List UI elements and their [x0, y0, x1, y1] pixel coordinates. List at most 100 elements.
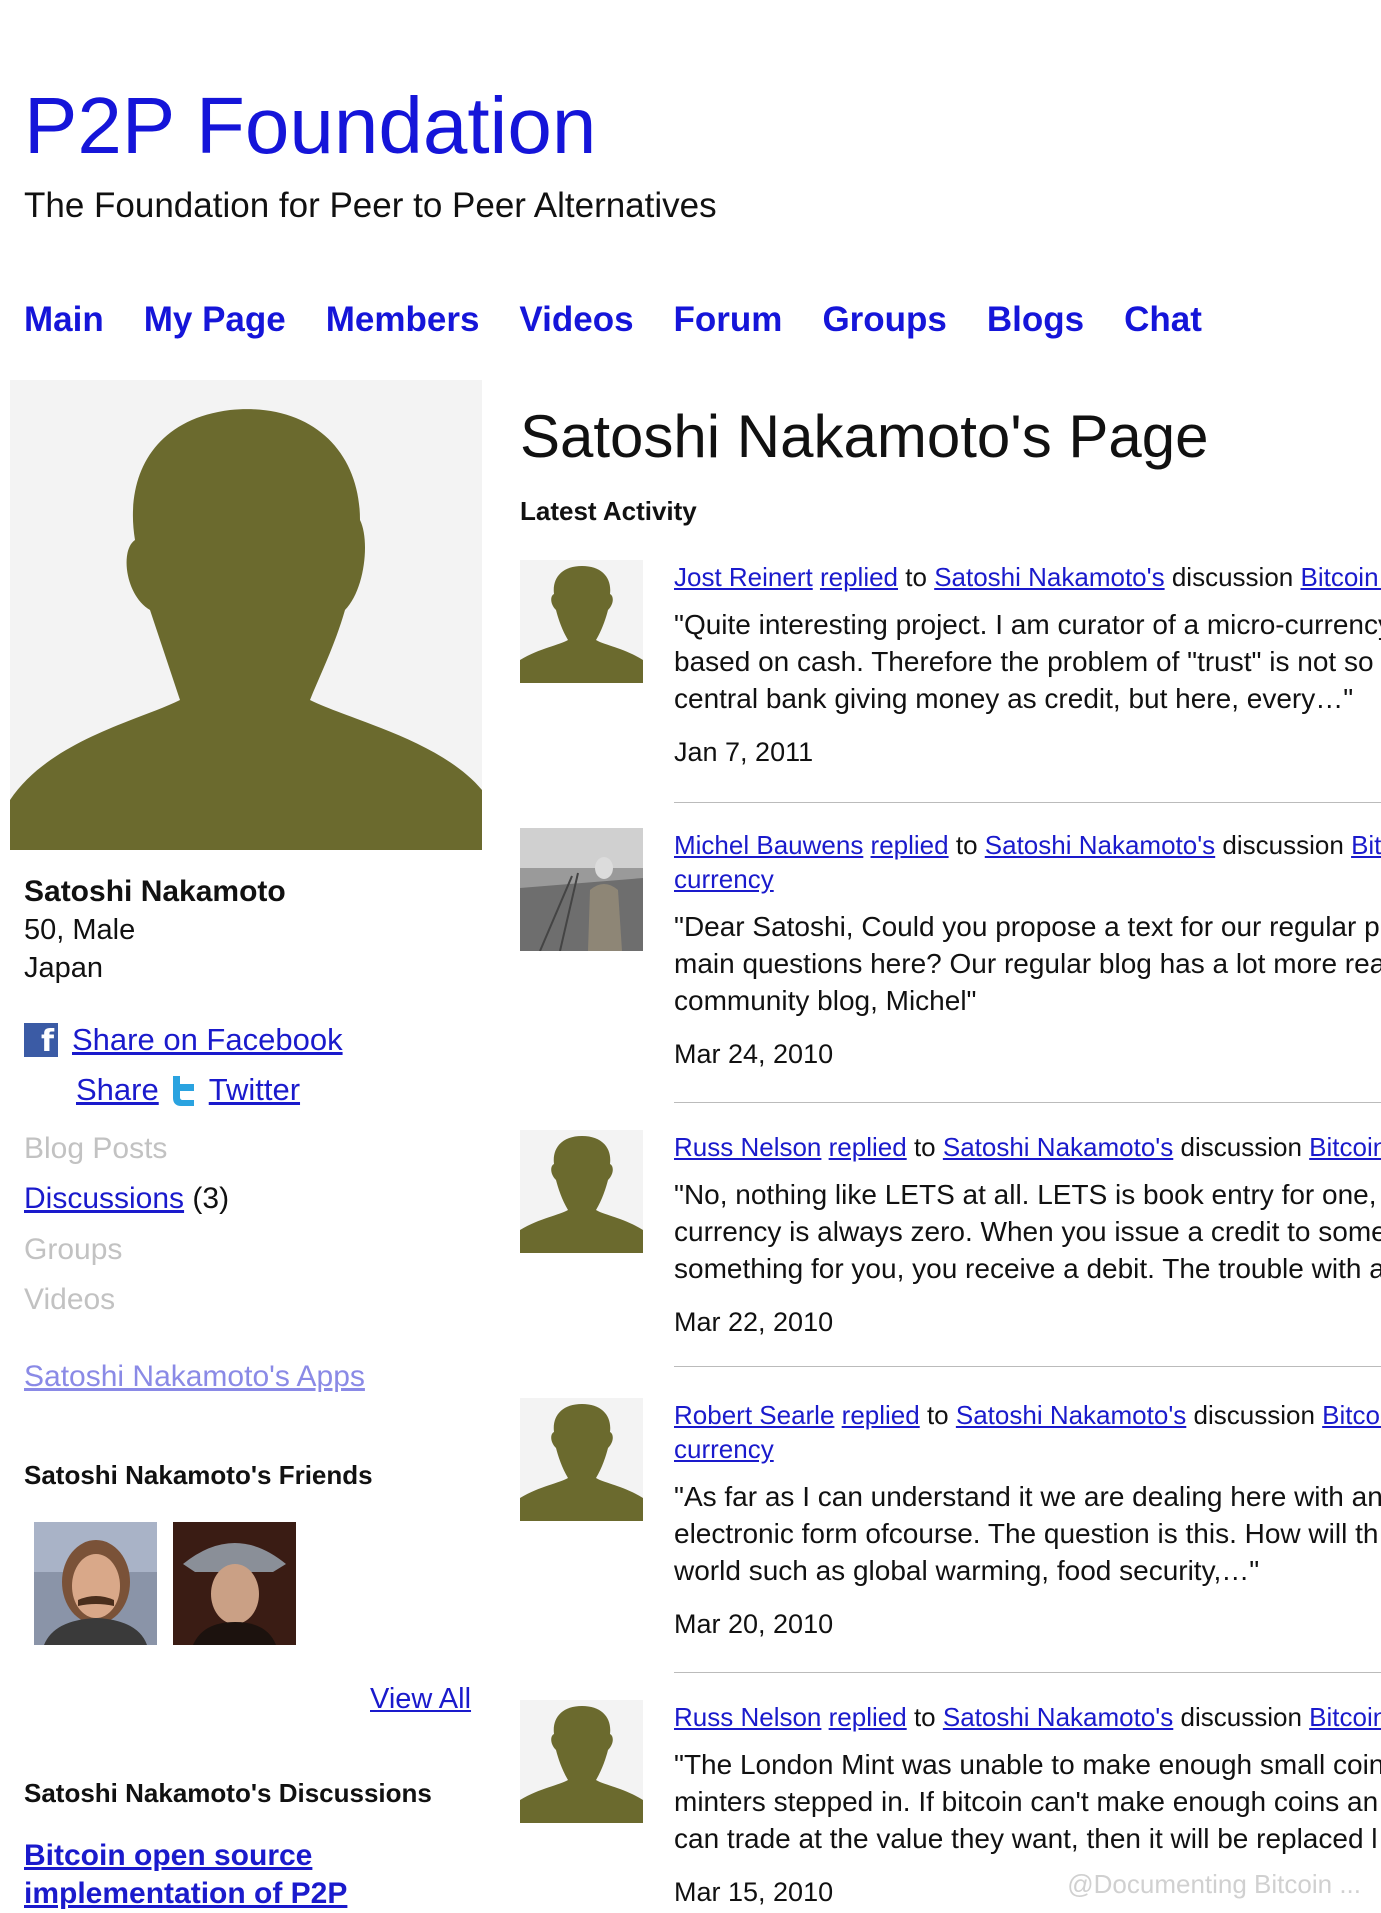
- activity-body: Jost Reinert replied to Satoshi Nakamoto…: [674, 560, 1381, 768]
- profile-age-gender: 50, Male: [24, 914, 136, 946]
- activity-user-link[interactable]: Michel Bauwens: [674, 830, 863, 860]
- user-avatar-photo[interactable]: [520, 828, 643, 951]
- activity-divider: [674, 802, 1381, 803]
- activity-topic-link-cont[interactable]: currency: [674, 864, 774, 894]
- activity-topic-link[interactable]: Bitcoin open source implementation of P2…: [1309, 1132, 1381, 1162]
- activity-discussion-word: discussion: [1171, 562, 1294, 592]
- share-facebook-link[interactable]: Share on Facebook: [72, 1022, 343, 1058]
- excerpt-line: "As far as I can understand it we are de…: [674, 1481, 1381, 1512]
- apps-link[interactable]: Satoshi Nakamoto's Apps: [24, 1360, 365, 1393]
- twitter-link[interactable]: Twitter: [209, 1072, 300, 1108]
- nav-members[interactable]: Members: [326, 300, 480, 340]
- activity-to: to: [913, 1702, 936, 1732]
- activity-user-link[interactable]: Russ Nelson: [674, 1132, 821, 1162]
- profile-photo-placeholder[interactable]: [10, 380, 482, 850]
- excerpt-line: main questions here? Our regular blog ha…: [674, 948, 1381, 979]
- site-tagline: The Foundation for Peer to Peer Alternat…: [24, 186, 717, 225]
- user-avatar-placeholder[interactable]: [520, 1398, 643, 1521]
- excerpt-line: something for you, you receive a debit. …: [674, 1253, 1381, 1284]
- discussions-item: Discussions (3): [24, 1182, 229, 1216]
- discussion-link[interactable]: Bitcoin open source implementation of P2…: [24, 1837, 444, 1913]
- activity-excerpt: "The London Mint was unable to make enou…: [674, 1746, 1381, 1857]
- activity-user-link[interactable]: Russ Nelson: [674, 1702, 821, 1732]
- activity-topic-link[interactable]: Bitcoin open source implementation of P2…: [1322, 1400, 1381, 1430]
- activity-topic-link[interactable]: Bitcoin open source implementation of P2…: [1351, 830, 1381, 860]
- activity-divider: [674, 1102, 1381, 1103]
- profile-name: Satoshi Nakamoto: [24, 875, 286, 908]
- friend-avatar[interactable]: [173, 1522, 296, 1645]
- activity-topic-link[interactable]: Bitcoin open source implementation of P2…: [1309, 1702, 1381, 1732]
- activity-discussion-word: discussion: [1180, 1702, 1302, 1732]
- activity-user-link[interactable]: Robert Searle: [674, 1400, 834, 1430]
- view-all-friends-link[interactable]: View All: [370, 1683, 471, 1716]
- discussions-link[interactable]: Discussions: [24, 1182, 184, 1215]
- activity-excerpt: "As far as I can understand it we are de…: [674, 1478, 1381, 1589]
- share-twitter: Share Twitter: [76, 1072, 300, 1108]
- nav-chat[interactable]: Chat: [1124, 300, 1202, 340]
- nav-blogs[interactable]: Blogs: [987, 300, 1084, 340]
- nav-main[interactable]: Main: [24, 300, 104, 340]
- excerpt-line: can trade at the value they want, then i…: [674, 1823, 1378, 1854]
- user-avatar-placeholder[interactable]: [520, 560, 643, 683]
- activity-header: Russ Nelson replied to Satoshi Nakamoto'…: [674, 1700, 1381, 1734]
- user-avatar-placeholder[interactable]: [520, 1130, 643, 1253]
- share-facebook: f Share on Facebook: [24, 1022, 343, 1058]
- activity-owner-link[interactable]: Satoshi Nakamoto's: [934, 562, 1164, 592]
- watermark: @Documenting Bitcoin ...: [1067, 1869, 1361, 1899]
- activity-owner-link[interactable]: Satoshi Nakamoto's: [943, 1702, 1173, 1732]
- excerpt-line: world such as global warming, food secur…: [674, 1555, 1260, 1586]
- site-title[interactable]: P2P Foundation: [24, 86, 596, 166]
- activity-discussion-word: discussion: [1193, 1400, 1315, 1430]
- activity-header: Russ Nelson replied to Satoshi Nakamoto'…: [674, 1130, 1381, 1164]
- activity-excerpt: "Quite interesting project. I am curator…: [674, 606, 1381, 717]
- activity-owner-link[interactable]: Satoshi Nakamoto's: [943, 1132, 1173, 1162]
- activity-to: to: [926, 1400, 949, 1430]
- nav-videos[interactable]: Videos: [519, 300, 633, 340]
- activity-topic-link[interactable]: Bitcoin open source implementation of P2…: [1300, 562, 1381, 592]
- activity-header: Jost Reinert replied to Satoshi Nakamoto…: [674, 560, 1381, 594]
- excerpt-line: "Dear Satoshi, Could you propose a text …: [674, 911, 1380, 942]
- activity-date: Mar 20, 2010: [674, 1609, 834, 1639]
- activity-topic-link-cont[interactable]: currency: [674, 1434, 774, 1464]
- activity-verb-link[interactable]: replied: [820, 562, 898, 592]
- nav-my-page[interactable]: My Page: [144, 300, 286, 340]
- activity-verb-link[interactable]: replied: [871, 830, 949, 860]
- activity-body: Russ Nelson replied to Satoshi Nakamoto'…: [674, 1130, 1381, 1338]
- excerpt-line: minters stepped in. If bitcoin can't mak…: [674, 1786, 1379, 1817]
- profile-sidebar: Satoshi Nakamoto 50, Male Japan f Share …: [10, 380, 482, 1910]
- friend-avatar[interactable]: [34, 1522, 157, 1645]
- groups-item: Groups: [24, 1233, 123, 1266]
- nav-forum[interactable]: Forum: [674, 300, 783, 340]
- activity-date: Mar 24, 2010: [674, 1039, 834, 1069]
- activity-to: to: [913, 1132, 936, 1162]
- facebook-icon: f: [24, 1023, 58, 1057]
- activity-verb-link[interactable]: replied: [829, 1702, 907, 1732]
- discussions-count: (3): [192, 1182, 230, 1215]
- videos-item: Videos: [24, 1283, 116, 1316]
- nav-groups[interactable]: Groups: [822, 300, 946, 340]
- activity-owner-link[interactable]: Satoshi Nakamoto's: [985, 830, 1215, 860]
- activity-verb-link[interactable]: replied: [829, 1132, 907, 1162]
- activity-excerpt: "Dear Satoshi, Could you propose a text …: [674, 908, 1381, 1019]
- activity-body: Michel Bauwens replied to Satoshi Nakamo…: [674, 828, 1381, 1070]
- apps-item: Satoshi Nakamoto's Apps: [24, 1360, 365, 1394]
- activity-date: Mar 22, 2010: [674, 1307, 834, 1337]
- activity-excerpt: "No, nothing like LETS at all. LETS is b…: [674, 1176, 1381, 1287]
- share-twitter-link[interactable]: Share: [76, 1072, 159, 1108]
- excerpt-line: currency is always zero. When you issue …: [674, 1216, 1381, 1247]
- blog-posts-item: Blog Posts: [24, 1132, 168, 1165]
- latest-activity-heading: Latest Activity: [520, 496, 697, 526]
- activity-verb-link[interactable]: replied: [842, 1400, 920, 1430]
- activity-to: to: [905, 562, 927, 592]
- activity-discussion-word: discussion: [1222, 830, 1344, 860]
- activity-user-link[interactable]: Jost Reinert: [674, 562, 813, 592]
- excerpt-line: community blog, Michel": [674, 985, 977, 1016]
- main-nav: Main My Page Members Videos Forum Groups…: [24, 300, 1202, 340]
- friends-heading: Satoshi Nakamoto's Friends: [24, 1460, 373, 1490]
- user-avatar-placeholder[interactable]: [520, 1700, 643, 1823]
- discussions-heading: Satoshi Nakamoto's Discussions: [24, 1778, 432, 1808]
- activity-date: Jan 7, 2011: [674, 737, 814, 767]
- activity-header-line2: currency: [674, 862, 1381, 896]
- activity-owner-link[interactable]: Satoshi Nakamoto's: [956, 1400, 1186, 1430]
- activity-divider: [674, 1366, 1381, 1367]
